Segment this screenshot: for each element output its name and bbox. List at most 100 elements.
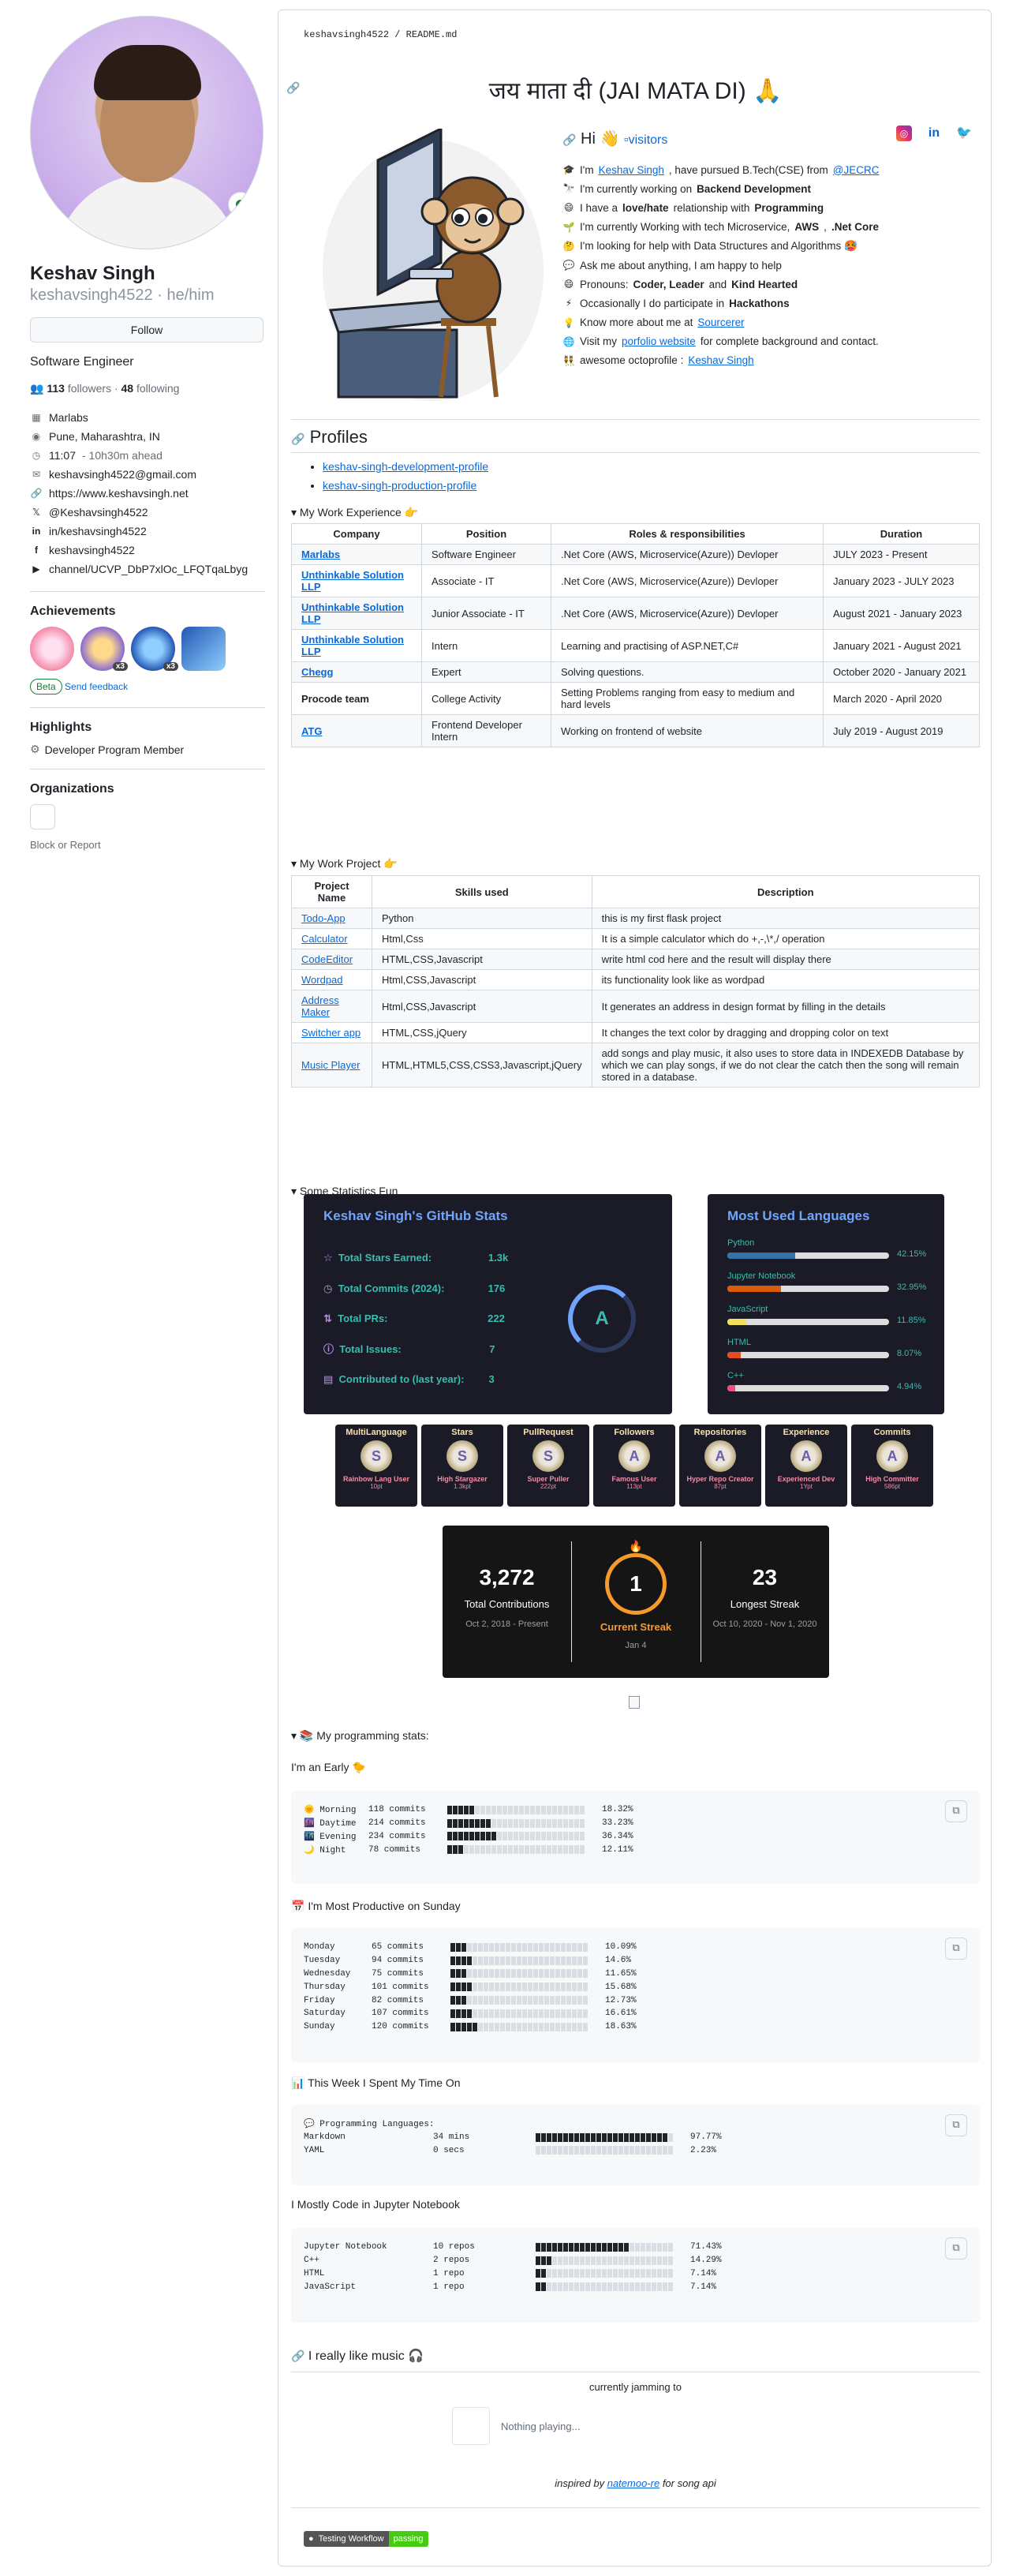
company-link[interactable]: Chegg: [301, 666, 333, 678]
project-link[interactable]: Switcher app: [301, 1027, 361, 1039]
linkedin-icon[interactable]: in: [926, 125, 942, 141]
table-row: Chegg Expert Solving questions. October 202…: [291, 661, 980, 683]
intro-item: 🌱 I'm currently Working with tech Microse…: [562, 221, 879, 234]
company-link[interactable]: Marlabs: [301, 549, 340, 560]
trophy-name: Famous User: [611, 1475, 657, 1483]
copy-button[interactable]: ⧉: [945, 2114, 967, 2136]
table-row: Procode team College Activity Setting Prob…: [291, 682, 980, 715]
copy-button[interactable]: ⧉: [945, 1938, 967, 1960]
stats-row: YAML 0 secs 2.23%: [304, 2145, 717, 2155]
production-profile-link[interactable]: keshav-singh-production-profile: [323, 479, 476, 492]
detail-website[interactable]: 🔗 https://www.keshavsingh.net: [30, 484, 265, 503]
trophy-name: High Stargazer: [437, 1475, 488, 1483]
trophy-card[interactable]: Experience A Experienced Dev 1Ypt: [765, 1425, 847, 1507]
company-link[interactable]: Unthinkable Solution LLP: [301, 634, 404, 657]
workflow-status-badge[interactable]: ● Testing Workflow passing: [304, 2531, 428, 2547]
project-link[interactable]: Music Player: [301, 1059, 360, 1071]
copy-button[interactable]: ⧉: [945, 2237, 967, 2260]
progress-bar: [450, 1983, 588, 1992]
language-name: Jupyter Notebook: [727, 1271, 796, 1281]
sourcerer-link[interactable]: Sourcerer: [697, 316, 744, 328]
streak-card[interactable]: 3,272 Total Contributions Oct 2, 2018 - …: [443, 1526, 829, 1678]
language-bar: [727, 1286, 889, 1292]
org-avatar[interactable]: [30, 804, 55, 829]
trophy-card[interactable]: PullRequest S Super Puller 222pt: [507, 1425, 589, 1507]
portfolio-link[interactable]: porfolio website: [622, 335, 696, 347]
programming-stats-toggle[interactable]: ▾ 📚 My programming stats:: [291, 1729, 429, 1743]
sunday-codeblock: ⧉ Monday 65 commits 10.09% Tuesday 94 commit…: [291, 1928, 980, 2062]
mostly-codeblock: ⧉ Jupyter Notebook 10 repos 71.43% C++ 2 rep…: [291, 2228, 980, 2323]
trophy-card[interactable]: MultiLanguage S Rainbow Lang User 10pt: [335, 1425, 417, 1507]
commits-icon: ◷: [323, 1282, 333, 1294]
copy-button[interactable]: ⧉: [945, 1800, 967, 1822]
stats-row: Saturday 107 commits 16.61%: [304, 2009, 637, 2019]
trophy-card[interactable]: Followers A Famous User 113pt: [593, 1425, 675, 1507]
send-feedback-link[interactable]: Send feedback: [65, 681, 128, 692]
table-row: Wordpad Html,CSS,Javascript its functional…: [291, 969, 981, 990]
status-icon[interactable]: [228, 192, 253, 217]
trophy-title: MultiLanguage: [346, 1428, 407, 1437]
table-row: Music Player HTML,HTML5,CSS,CSS3,Javascri…: [291, 1043, 981, 1088]
pull-shark-badge-icon[interactable]: x3: [131, 627, 178, 671]
language-row: Python 42.15%: [727, 1238, 927, 1271]
link-icon[interactable]: 🔗: [562, 133, 576, 146]
detail-email[interactable]: ✉ keshavsingh4522@gmail.com: [30, 465, 265, 484]
development-profile-link[interactable]: keshav-singh-development-profile: [323, 460, 488, 473]
work-project-toggle[interactable]: ▾ My Work Project 👉: [291, 857, 398, 871]
language-percent: 42.15%: [897, 1249, 927, 1259]
trophy-title: PullRequest: [523, 1428, 574, 1437]
instagram-icon[interactable]: ◎: [896, 125, 912, 141]
top-languages-card[interactable]: Most Used Languages Python 42.15% Jupyter …: [708, 1194, 944, 1414]
trophy-card[interactable]: Repositories A Hyper Repo Creator 87pt: [679, 1425, 761, 1507]
intro-item: 🎓 I'm Keshav Singh, have pursued B.Tech(C…: [562, 163, 880, 176]
detail-facebook[interactable]: f keshavsingh4522: [30, 541, 265, 560]
stats-row: Jupyter Notebook 10 repos 71.43%: [304, 2242, 722, 2252]
project-link[interactable]: Calculator: [301, 933, 348, 945]
avatar[interactable]: [30, 16, 263, 249]
issue-icon: ⓘ: [323, 1342, 334, 1355]
breadcrumb[interactable]: keshavsingh4522 / README.md: [304, 29, 457, 40]
anchor-link-icon[interactable]: 🔗: [286, 81, 300, 95]
work-experience-table: Company Position Roles & responsibilities D…: [291, 523, 980, 747]
profile-links: keshav-singh-development-profile keshav-…: [323, 460, 488, 498]
stats-row: Tuesday 94 commits 14.6%: [304, 1956, 632, 1966]
block-report-link[interactable]: Block or Report: [30, 839, 265, 851]
early-codeblock: ⧉ 🌞 Morning 118 commits 18.32% 🌆 Daytime 214…: [291, 1791, 980, 1884]
detail-twitter[interactable]: 𝕏 @Keshavsingh4522: [30, 503, 265, 522]
highlight-item[interactable]: ⚙ Developer Program Member: [30, 743, 265, 756]
follow-button[interactable]: Follow: [30, 317, 263, 343]
company-link[interactable]: Unthinkable Solution LLP: [301, 601, 404, 625]
trophy-cup-icon: S: [361, 1440, 392, 1472]
progress-bar: [450, 2022, 588, 2031]
followers-count[interactable]: 👥 113 followers · 48 following: [30, 382, 265, 395]
project-link[interactable]: Wordpad: [301, 974, 343, 986]
company-link[interactable]: Unthinkable Solution LLP: [301, 569, 404, 593]
trophy-cup-icon: S: [446, 1440, 478, 1472]
project-link[interactable]: Address Maker: [301, 994, 339, 1018]
project-link[interactable]: Todo-App: [301, 912, 346, 924]
octoprofile-link[interactable]: Keshav Singh: [688, 354, 753, 366]
stats-row: HTML 1 repo 7.14%: [304, 2268, 717, 2278]
keshav-singh-link[interactable]: Keshav Singh: [599, 164, 664, 176]
natemoo-re-link[interactable]: natemoo-re: [607, 2477, 659, 2489]
detail-youtube[interactable]: ▶ channel/UCVP_DbP7xlOc_LFQTqaLbyg: [30, 560, 265, 578]
twitter-icon: 𝕏: [32, 507, 40, 518]
trophy-cup-icon: A: [790, 1440, 822, 1472]
language-bar-fill: [727, 1319, 747, 1325]
trophy-card[interactable]: Commits A High Committer 586pt: [851, 1425, 933, 1507]
github-stats-card[interactable]: Keshav Singh's GitHub Stats ☆ Total Star…: [304, 1194, 672, 1414]
project-link[interactable]: CodeEditor: [301, 953, 353, 965]
yolo-badge-icon[interactable]: [30, 627, 74, 671]
highlights-title: Highlights: [30, 721, 92, 734]
twitter-icon[interactable]: 🐦: [956, 125, 972, 141]
jecrc-link[interactable]: @JECRC: [833, 164, 880, 176]
trophy-title: Commits: [873, 1428, 911, 1437]
now-playing-card[interactable]: Nothing playing...: [452, 2406, 633, 2446]
stats-row: Markdown 34 mins 97.77%: [304, 2132, 722, 2143]
pair-extraordinaire-badge-icon[interactable]: x3: [80, 627, 128, 671]
quickdraw-badge-icon[interactable]: [181, 627, 226, 671]
trophy-card[interactable]: Stars S High Stargazer 1.3kpt: [421, 1425, 503, 1507]
company-link[interactable]: ATG: [301, 725, 322, 737]
work-experience-toggle[interactable]: ▾ My Work Experience 👉: [291, 506, 418, 519]
detail-linkedin[interactable]: in in/keshavsingh4522: [30, 522, 265, 541]
